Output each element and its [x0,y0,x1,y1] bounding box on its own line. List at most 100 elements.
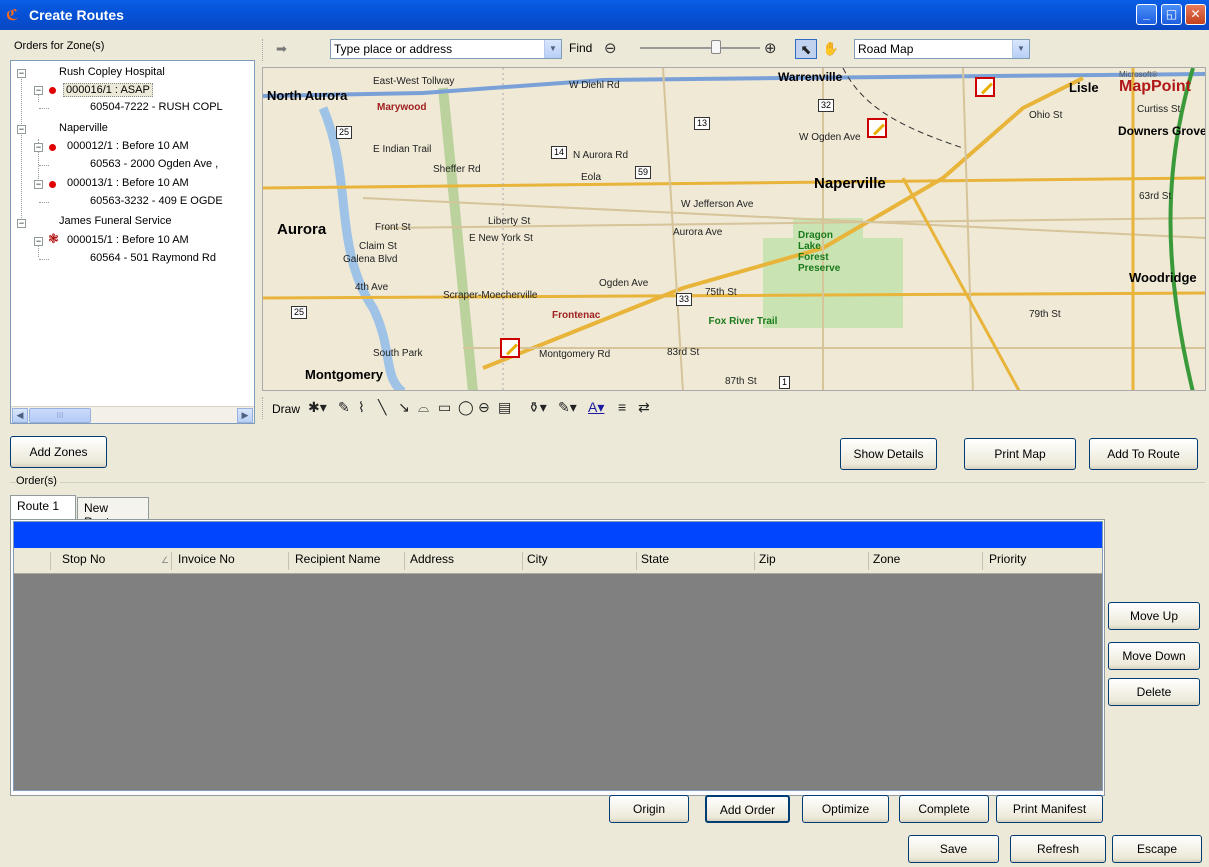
order-location-pin[interactable] [867,118,887,138]
move-up-button[interactable]: Move Up [1108,602,1200,630]
collapse-toggle[interactable]: − [17,125,26,134]
line-icon[interactable]: ╲ [378,399,386,416]
close-button[interactable]: ✕ [1185,4,1206,25]
zoom-out-icon[interactable]: ⊖ [604,39,617,57]
print-manifest-button[interactable]: Print Manifest [996,795,1103,823]
move-down-button[interactable]: Move Down [1108,642,1200,670]
zone-node[interactable]: Rush Copley Hospital [59,66,165,78]
optimize-button[interactable]: Optimize [802,795,889,823]
map-label: Curtiss St [1137,104,1181,115]
polygon-icon[interactable]: ⌓ [418,399,429,416]
collapse-toggle[interactable]: − [34,86,43,95]
escape-button[interactable]: Escape [1112,835,1202,863]
chevron-down-icon[interactable]: ▼ [1012,40,1029,58]
order-address[interactable]: 60563 - 2000 Ogden Ave , [90,158,218,170]
add-order-button[interactable]: Add Order [705,795,790,823]
order-node[interactable]: 000012/1 : Before 10 AM [67,140,189,152]
zoom-slider-track[interactable] [640,47,760,49]
scroll-left-button[interactable]: ◀ [12,408,28,423]
column-header-zone[interactable]: Zone [873,552,900,566]
map-toolbar: ➡ Type place or address ▼ Find ⊖ ⊕ ⬉ ✋ R… [262,36,1206,64]
toolbar-grip[interactable] [262,397,265,419]
radius-circle-icon[interactable]: ⊖ [478,399,490,416]
fill-color-icon[interactable]: ⚱▾ [528,399,547,416]
add-to-route-button[interactable]: Add To Route [1089,438,1198,470]
select-pointer-icon[interactable]: ⬉ [795,39,817,59]
map-label: W Jefferson Ave [681,199,754,210]
refresh-button[interactable]: Refresh [1010,835,1106,863]
order-location-pin[interactable] [500,338,520,358]
column-header-stop-no[interactable]: Stop No [62,552,105,566]
toolbar-grip[interactable] [262,39,265,61]
map-label: Ogden Ave [599,278,649,289]
find-button[interactable]: Find [569,41,592,55]
minimize-button[interactable]: _ [1136,4,1157,25]
column-header-recipient-name[interactable]: Recipient Name [295,552,380,566]
arrow-icon[interactable]: ↘ [398,399,410,416]
route-orders-grid[interactable]: Stop No ∠ Invoice No Recipient Name Addr… [13,521,1103,791]
highlighter-icon[interactable]: ✎ [338,399,350,416]
route-shield: 25 [291,306,308,319]
map-label: 4th Ave [355,282,389,293]
collapse-toggle[interactable]: − [17,69,26,78]
route-map[interactable]: North Aurora Warrenville Lisle Downers G… [262,67,1206,391]
collapse-toggle[interactable]: − [17,219,26,228]
column-header-state[interactable]: State [641,552,669,566]
column-header-invoice-no[interactable]: Invoice No [178,552,235,566]
zone-orders-tree[interactable]: − Rush Copley Hospital − 000016/1 : ASAP… [10,60,255,424]
tree-horizontal-scrollbar[interactable]: ◀ III ▶ [11,406,254,423]
print-map-button[interactable]: Print Map [964,438,1076,470]
order-node[interactable]: 000013/1 : Before 10 AM [67,177,189,189]
scroll-thumb[interactable]: III [29,408,91,423]
zoom-in-icon[interactable]: ⊕ [764,39,777,57]
tab-new-route[interactable]: New Route [77,497,149,529]
place-search-combo[interactable]: Type place or address ▼ [330,39,562,59]
collapse-toggle[interactable]: − [34,143,43,152]
tab-route-1[interactable]: Route 1 [10,495,76,520]
map-label: Liberty St [488,216,531,227]
collapse-toggle[interactable]: − [34,180,43,189]
show-details-button[interactable]: Show Details [840,438,937,470]
pushpin-icon[interactable]: ✱▾ [308,399,327,416]
zone-node[interactable]: Naperville [59,122,108,134]
zoom-slider-handle[interactable] [711,40,721,54]
zone-node[interactable]: James Funeral Service [59,215,172,227]
maximize-button[interactable]: ◱ [1161,4,1182,25]
line-color-icon[interactable]: ✎▾ [558,399,577,416]
text-box-icon[interactable]: ▤ [498,399,511,416]
order-node[interactable]: 000016/1 : ASAP [63,83,153,97]
order-node[interactable]: 000015/1 : Before 10 AM [67,234,189,246]
save-button[interactable]: Save [908,835,999,863]
column-header-city[interactable]: City [527,552,548,566]
window-title: Create Routes [29,7,124,23]
delete-button[interactable]: Delete [1108,678,1200,706]
order-location-pin[interactable] [975,77,995,97]
oval-icon[interactable]: ◯ [458,399,474,416]
column-header-address[interactable]: Address [410,552,454,566]
freeform-icon[interactable]: ⌇ [358,399,365,416]
chevron-down-icon[interactable]: ▼ [544,40,561,58]
collapse-toggle[interactable]: − [34,237,43,246]
place-search-input[interactable]: Type place or address [334,42,452,56]
order-address[interactable]: 60563-3232 - 409 E OGDE [90,195,223,207]
pan-hand-icon[interactable]: ✋ [820,39,842,59]
rectangle-icon[interactable]: ▭ [438,399,451,416]
navigate-arrow-icon[interactable]: ➡ [276,41,287,57]
map-label: Dragon Lake Forest Preserve [798,230,841,274]
arrow-style-icon[interactable]: ⇄ [638,399,650,416]
map-label: W Diehl Rd [569,80,620,91]
origin-button[interactable]: Origin [609,795,689,823]
map-style-select[interactable]: Road Map ▼ [854,39,1030,59]
font-color-icon[interactable]: A▾ [588,399,604,416]
scroll-right-button[interactable]: ▶ [237,408,253,423]
order-address[interactable]: 60564 - 501 Raymond Rd [90,252,216,264]
draw-toolbar: Draw ✱▾ ✎ ⌇ ╲ ↘ ⌓ ▭ ◯ ⊖ ▤ ⚱▾ ✎▾ A▾ ≡ ⇄ [262,394,1206,422]
add-zones-button[interactable]: Add Zones [10,436,107,468]
order-address[interactable]: 60504-7222 - RUSH COPL [90,101,223,113]
map-label: Woodridge [1129,270,1197,285]
line-style-icon[interactable]: ≡ [618,399,626,415]
column-header-zip[interactable]: Zip [759,552,776,566]
draw-menu[interactable]: Draw [272,402,300,416]
complete-button[interactable]: Complete [899,795,989,823]
column-header-priority[interactable]: Priority [989,552,1026,566]
